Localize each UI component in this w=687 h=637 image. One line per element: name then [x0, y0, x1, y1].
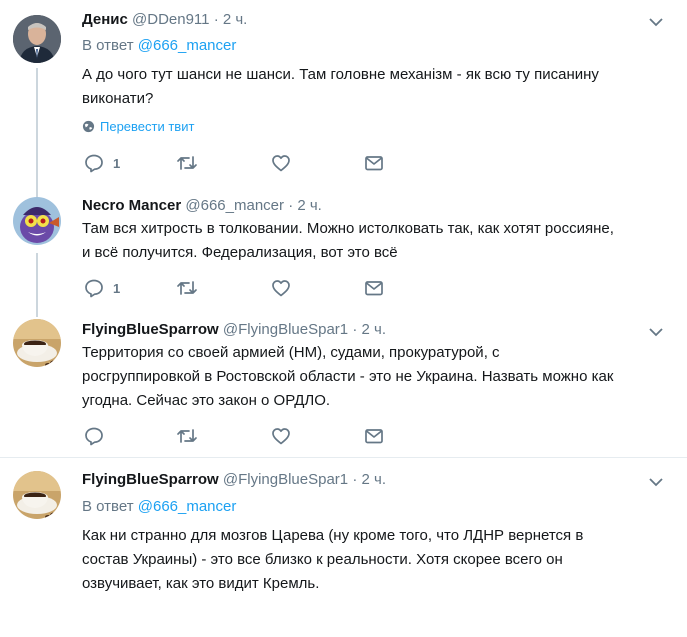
user-handle[interactable]: @666_mancer: [185, 197, 284, 214]
reply-button[interactable]: 1: [84, 277, 120, 299]
text-line: состав Украины) - это все близко к реаль…: [82, 551, 563, 568]
direct-message-icon: [365, 156, 383, 171]
thread-line: [36, 68, 38, 198]
tweet-text: Там вся хитрость в толковании. Можно ист…: [82, 217, 672, 265]
tweet-text: А до чого тут шанси не шанси. Там головн…: [82, 63, 672, 111]
retweet-icon: [177, 156, 197, 170]
retweet-icon: [177, 281, 197, 295]
reply-icon: [85, 154, 103, 173]
tweet-text: Как ни странно для мозгов Царева (ну кро…: [82, 524, 672, 596]
display-name[interactable]: FlyingBlueSparrow: [82, 321, 219, 338]
retweet-button[interactable]: [176, 277, 198, 299]
chevron-down-icon[interactable]: [647, 473, 665, 491]
separator-dot: ·: [288, 197, 294, 214]
user-handle[interactable]: @FlyingBlueSpar1: [223, 471, 348, 488]
reply-mention-link[interactable]: @666_mancer: [138, 37, 237, 54]
display-name[interactable]: FlyingBlueSparrow: [82, 471, 219, 488]
like-button[interactable]: [271, 152, 291, 174]
text-line: А до чого тут шанси не шанси. Там головн…: [82, 66, 599, 83]
like-button[interactable]: [271, 277, 291, 299]
avatar[interactable]: [13, 197, 61, 245]
like-button[interactable]: [271, 425, 291, 447]
user-handle[interactable]: @FlyingBlueSpar1: [223, 321, 348, 338]
text-line: угодна. Сейчас это закон о ОРДЛО.: [82, 392, 331, 409]
translate-label[interactable]: Перевести твит: [100, 119, 194, 134]
timestamp[interactable]: 2 ч.: [362, 321, 387, 338]
separator-dot: ·: [352, 471, 358, 488]
reply-mention-link[interactable]: @666_mancer: [138, 498, 237, 515]
reply-icon: [85, 427, 103, 446]
tweet-header: Necro Mancer @666_mancer · 2 ч.: [82, 197, 322, 214]
reply-count: 1: [113, 155, 121, 171]
avatar[interactable]: [13, 471, 61, 519]
retweet-button[interactable]: [176, 152, 198, 174]
timestamp[interactable]: 2 ч.: [362, 471, 387, 488]
tweet-2[interactable]: Necro Mancer @666_mancer · 2 ч. Там вся …: [0, 185, 687, 315]
reply-button[interactable]: 1: [84, 152, 120, 174]
reply-prefix: В ответ: [82, 37, 134, 54]
tweet-header: Денис @DDen911 · 2 ч.: [82, 11, 247, 28]
tweet-text: Территория со своей армией (НМ), судами,…: [82, 341, 672, 413]
retweet-icon: [177, 429, 197, 443]
text-line: росгруппировкой в Ростовской области - э…: [82, 368, 614, 385]
like-icon: [272, 428, 290, 445]
direct-message-icon: [365, 281, 383, 296]
direct-message-icon: [365, 429, 383, 444]
globe-icon: [82, 120, 95, 133]
reply-to-line: В ответ @666_mancer: [82, 498, 236, 515]
text-line: Территория со своей армией (НМ), судами,…: [82, 344, 500, 361]
direct-message-button[interactable]: [364, 425, 384, 447]
text-line: Как ни странно для мозгов Царева (ну кро…: [82, 527, 584, 544]
translate-tweet-link[interactable]: Перевести твит: [82, 119, 194, 134]
tweet-4[interactable]: FlyingBlueSparrow @FlyingBlueSpar1 · 2 ч…: [0, 458, 687, 637]
reply-count: 1: [113, 280, 121, 296]
display-name[interactable]: Necro Mancer: [82, 197, 181, 214]
reply-button[interactable]: [84, 425, 104, 447]
tweet-3[interactable]: FlyingBlueSparrow @FlyingBlueSpar1 · 2 ч…: [0, 305, 687, 455]
display-name[interactable]: Денис: [82, 11, 128, 28]
tweet-1[interactable]: Денис @DDen911 · 2 ч. В ответ @666_mance…: [0, 0, 687, 200]
like-icon: [272, 280, 290, 297]
direct-message-button[interactable]: [364, 277, 384, 299]
text-line: и всё получится. Федерализация, вот это …: [82, 244, 398, 261]
timestamp[interactable]: 2 ч.: [297, 197, 322, 214]
text-line: Там вся хитрость в толковании. Можно ист…: [82, 220, 614, 237]
text-line: озвучивает, как это видит Кремль.: [82, 575, 320, 592]
thread-line: [36, 305, 38, 317]
retweet-button[interactable]: [176, 425, 198, 447]
timestamp[interactable]: 2 ч.: [223, 11, 248, 28]
reply-prefix: В ответ: [82, 498, 134, 515]
separator-dot: ·: [213, 11, 219, 28]
avatar[interactable]: [13, 319, 61, 367]
reply-to-line: В ответ @666_mancer: [82, 37, 236, 54]
direct-message-button[interactable]: [364, 152, 384, 174]
reply-icon: [85, 279, 103, 298]
thread-line: [36, 185, 38, 197]
user-handle[interactable]: @DDen911: [132, 11, 210, 28]
text-line: виконати?: [82, 90, 154, 107]
like-icon: [272, 155, 290, 172]
chevron-down-icon[interactable]: [647, 323, 665, 341]
tweet-header: FlyingBlueSparrow @FlyingBlueSpar1 · 2 ч…: [82, 471, 386, 488]
tweet-header: FlyingBlueSparrow @FlyingBlueSpar1 · 2 ч…: [82, 321, 386, 338]
avatar[interactable]: [13, 15, 61, 63]
separator-dot: ·: [352, 321, 358, 338]
chevron-down-icon[interactable]: [647, 13, 665, 31]
